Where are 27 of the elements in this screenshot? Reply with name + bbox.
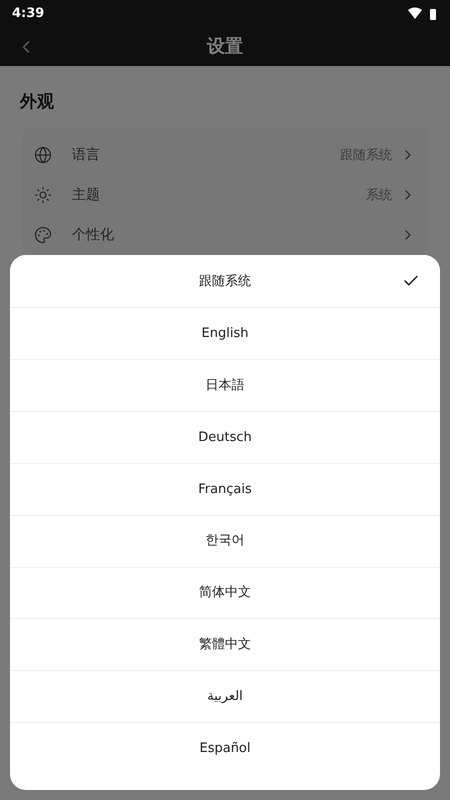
language-label: 한국어 xyxy=(206,532,244,550)
page-title: 设置 xyxy=(207,35,243,60)
language-label: 繁體中文 xyxy=(199,636,251,654)
sun-icon xyxy=(34,186,52,204)
wifi-battery-icon xyxy=(408,6,438,21)
globe-icon xyxy=(34,146,52,164)
language-label: 跟随系统 xyxy=(199,272,251,290)
palette-icon xyxy=(34,226,52,244)
language-label: Deutsch xyxy=(198,428,252,447)
section-title: 外观 xyxy=(20,92,54,112)
language-label: Français xyxy=(198,480,252,498)
setting-value: 系统 xyxy=(366,186,392,205)
setting-label: 语言 xyxy=(72,146,100,165)
language-option[interactable]: 繁體中文 xyxy=(10,618,440,670)
language-option[interactable]: 简体中文 xyxy=(10,566,440,618)
language-label: 简体中文 xyxy=(199,584,251,602)
language-label: English xyxy=(202,324,248,343)
setting-row[interactable]: 语言 跟随系统 xyxy=(22,135,428,176)
setting-value: 跟随系统 xyxy=(340,146,392,165)
setting-label: 个性化 xyxy=(72,226,114,245)
status-time: 4:39 xyxy=(12,5,44,24)
setting-row[interactable]: 个性化 xyxy=(22,215,428,256)
language-label: 日本語 xyxy=(206,376,244,395)
language-label: Español xyxy=(199,740,250,758)
setting-label: 主题 xyxy=(72,186,100,205)
language-label: العربية xyxy=(207,688,243,706)
setting-row[interactable]: 主题 系统 xyxy=(22,175,428,216)
